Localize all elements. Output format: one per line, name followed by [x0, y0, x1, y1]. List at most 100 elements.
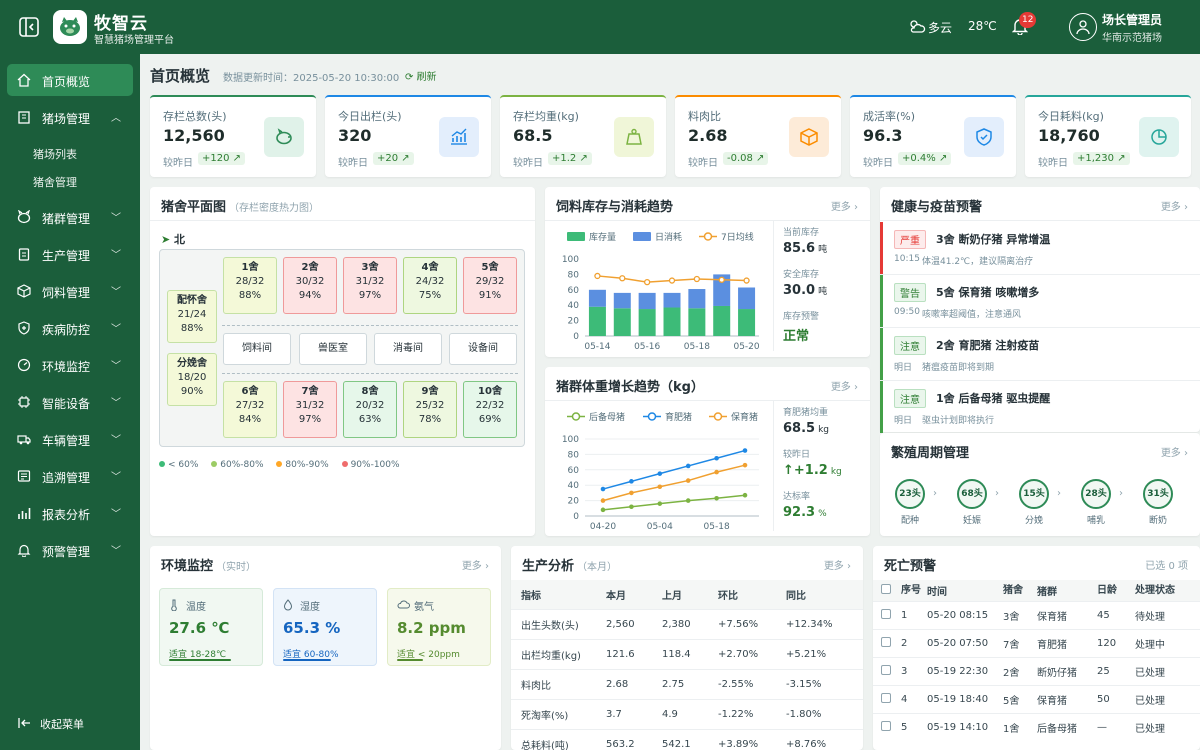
table-row[interactable]: 总耗料(吨) 563.2 542.1 +3.89% +8.76%	[511, 729, 863, 750]
weight-title: 猪群体重增长趋势（kg）	[556, 380, 704, 395]
sidebar-item-alerts[interactable]: 预警管理 ﹀	[7, 534, 133, 566]
bar-stock	[738, 309, 756, 336]
env-value: 8.2 ppm	[397, 619, 466, 637]
kpi-card-survival[interactable]: 成活率(%) 96.3 较昨日 +0.4% ↗	[850, 95, 1016, 177]
cycle-stage-farrowing[interactable]: 15头	[1019, 479, 1049, 509]
alert-item[interactable]: 注意 1舍 后备母猪 驱虫提醒 明日 驱虫计划即将执行	[880, 381, 1200, 433]
weight-more-link[interactable]: 更多 ›	[831, 378, 858, 393]
y-tick-label: 100	[562, 435, 579, 445]
alert-item[interactable]: 警告 5舍 保育猪 咳嗽增多 09:50 咳嗽率超阈值，注意通风	[880, 275, 1200, 327]
pen-1[interactable]: 1舍 28/32 88%	[223, 257, 277, 314]
cycle-stage-nursing[interactable]: 28头	[1081, 479, 1111, 509]
row-checkbox[interactable]	[881, 637, 891, 647]
sidebar-item-reports[interactable]: 报表分析 ﹀	[7, 497, 133, 529]
sidebar-item-environment[interactable]: 环境监控 ﹀	[7, 349, 133, 381]
alert-time: 09:50	[894, 307, 920, 317]
x-tick-label: 05-18	[704, 522, 730, 532]
sidebar-sub-farm-list[interactable]: 猪场列表	[33, 146, 77, 162]
kpi-delta: -0.08 ↗	[723, 152, 769, 165]
table-row[interactable]: 1 05-20 08:15 3舍 保育猪 45 待处理	[873, 601, 1200, 630]
alert-item[interactable]: 严重 3舍 断奶仔猪 异常增温 10:15 体温41.2℃，建议隔离治疗	[880, 222, 1200, 274]
pen-3[interactable]: 3舍 31/32 97%	[343, 257, 397, 314]
pen-8[interactable]: 8舍 20/32 63%	[343, 381, 397, 438]
kpi-value: 2.68	[688, 126, 728, 145]
cycle-stage-weaning[interactable]: 31头	[1143, 479, 1173, 509]
pen-gestation[interactable]: 配怀舍 21/24 88%	[167, 290, 217, 343]
table-row[interactable]: 5 05-19 14:10 1舍 后备母猪 — 已处理	[873, 713, 1200, 741]
refresh-button[interactable]: ⟳ 刷新	[405, 68, 437, 83]
pen-7[interactable]: 7舍 31/32 97%	[283, 381, 337, 438]
feed-more-link[interactable]: 更多 ›	[831, 198, 858, 213]
sidebar-item-herd[interactable]: 猪群管理 ﹀	[7, 201, 133, 233]
sidebar-item-trace[interactable]: 追溯管理 ﹀	[7, 460, 133, 492]
env-humidity[interactable]: 湿度 65.3 % 适宜 60-80%	[273, 588, 377, 666]
x-tick-label: 05-16	[634, 342, 660, 352]
breeding-more-link[interactable]: 更多 ›	[1161, 444, 1188, 459]
alert-item[interactable]: 注意 2舍 育肥猪 注射疫苗 明日 猪瘟疫苗即将到期	[880, 328, 1200, 380]
sidebar-sub-pen-manage[interactable]: 猪舍管理	[33, 174, 77, 190]
table-row[interactable]: 3 05-19 22:30 2舍 断奶仔猪 25 已处理	[873, 657, 1200, 686]
table-row[interactable]: 2 05-20 07:50 7舍 育肥猪 120 处理中	[873, 629, 1200, 658]
kpi-card-avg-weight[interactable]: 存栏均重(kg) 68.5 较昨日 +1.2 ↗	[500, 95, 666, 177]
shield-check-icon	[964, 117, 1004, 157]
pen-6[interactable]: 6舍 27/32 84%	[223, 381, 277, 438]
room-equipment[interactable]: 设备间	[449, 333, 517, 365]
pen-5[interactable]: 5舍 29/32 91%	[463, 257, 517, 314]
sidebar-item-production[interactable]: 生产管理 ﹀	[7, 238, 133, 270]
row-checkbox[interactable]	[881, 721, 891, 731]
row-checkbox[interactable]	[881, 665, 891, 675]
kpi-label: 料肉比	[688, 110, 721, 123]
kpi-card-sold-today[interactable]: 今日出栏(头) 320 较昨日 +20 ↗	[325, 95, 491, 177]
pen-farrowing[interactable]: 分娩舍 18/20 90%	[167, 353, 217, 406]
kpi-card-inventory[interactable]: 存栏总数(头) 12,560 较昨日 +120 ↗	[150, 95, 316, 177]
weight-chart-card: 猪群体重增长趋势（kg） 更多 › 后备母猪 育肥猪 保育猪 0 20 40 60 80 100…	[545, 367, 870, 536]
table-row[interactable]: 出生头数(头) 2,560 2,380 +7.56% +12.34%	[511, 609, 863, 640]
gauge-icon	[17, 358, 31, 372]
kpi-card-feed-ratio[interactable]: 料肉比 2.68 较昨日 -0.08 ↗	[675, 95, 841, 177]
pen-4[interactable]: 4舍 24/32 75%	[403, 257, 457, 314]
sidebar-item-farm[interactable]: 猪场管理 ︿	[7, 101, 133, 133]
cycle-stage-label: 配种	[900, 516, 919, 526]
sidebar-item-vehicles[interactable]: 车辆管理 ﹀	[7, 423, 133, 455]
chevron-down-icon: ﹀	[111, 398, 121, 409]
arrow-right-icon: ›	[995, 488, 999, 499]
bar-stock	[663, 307, 681, 336]
pen-9[interactable]: 9舍 25/32 78%	[403, 381, 457, 438]
sidebar-item-home[interactable]: 首页概览	[7, 64, 133, 96]
table-row[interactable]: 料肉比 2.68 2.75 -2.55% -3.15%	[511, 669, 863, 700]
point-7day-avg	[668, 277, 676, 284]
bar-chart-icon	[18, 508, 31, 519]
y-tick-label: 40	[568, 481, 580, 491]
kpi-card-feed-today[interactable]: 今日耗料(kg) 18,760 较昨日 +1,230 ↗	[1025, 95, 1191, 177]
sidebar-toggle-icon[interactable]	[18, 16, 40, 38]
room-disinfect[interactable]: 消毒间	[374, 333, 442, 365]
select-all-checkbox[interactable]	[881, 584, 891, 594]
production-card: 生产分析 （本月） 更多 › 指标 本月 上月 环比 同比 出生头数(头) 2,56…	[511, 546, 863, 750]
user-farm: 华南示范猪场	[1102, 33, 1162, 44]
alert-desc: 咳嗽率超阈值，注意通风	[922, 310, 1022, 320]
avatar[interactable]	[1069, 13, 1097, 41]
cycle-stage-mating[interactable]: 23头	[895, 479, 925, 509]
sidebar-item-devices[interactable]: 智能设备 ﹀	[7, 386, 133, 418]
table-row[interactable]: 4 05-19 18:40 5舍 保育猪 50 已处理	[873, 685, 1200, 714]
series-point	[600, 507, 606, 513]
env-more-link[interactable]: 更多 ›	[462, 557, 489, 572]
pen-2[interactable]: 2舍 30/32 94%	[283, 257, 337, 314]
sidebar-item-disease[interactable]: 疾病防控 ﹀	[7, 312, 133, 344]
row-checkbox[interactable]	[881, 609, 891, 619]
table-row[interactable]: 出栏均重(kg) 121.6 118.4 +2.70% +5.21%	[511, 639, 863, 670]
health-more-link[interactable]: 更多 ›	[1161, 198, 1188, 213]
chevron-down-icon: ﹀	[111, 213, 121, 224]
pen-10[interactable]: 10舍 22/32 69%	[463, 381, 517, 438]
room-feed[interactable]: 饲料间	[223, 333, 291, 365]
env-ammonia[interactable]: 氨气 8.2 ppm 适宜 < 20ppm	[387, 588, 491, 666]
room-vet[interactable]: 兽医室	[299, 333, 367, 365]
table-row[interactable]: 死淘率(%) 3.7 4.9 -1.22% -1.80%	[511, 699, 863, 730]
sidebar-item-feed[interactable]: 饲料管理 ﹀	[7, 275, 133, 307]
row-checkbox[interactable]	[881, 693, 891, 703]
prod-more-link[interactable]: 更多 ›	[824, 557, 851, 572]
env-temperature[interactable]: 温度 27.6 ℃ 适宜 18-28℃	[159, 588, 263, 666]
cycle-stage-pregnant[interactable]: 68头	[957, 479, 987, 509]
update-time: 数据更新时间：2025-05-20 10:30:00	[223, 73, 400, 84]
user-name[interactable]: 场长管理员	[1102, 11, 1162, 28]
